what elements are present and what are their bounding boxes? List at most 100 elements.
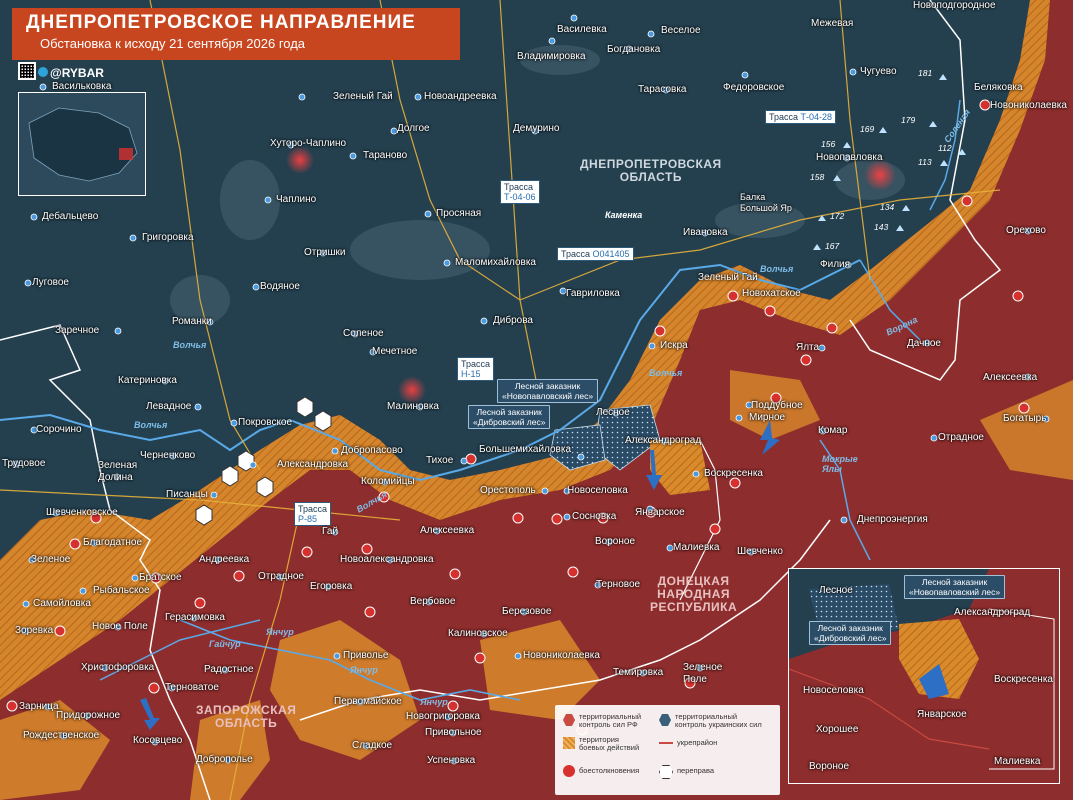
legend-swatch-ua [659,714,671,726]
town-label: Веселое [661,25,701,36]
inset-town-label: Воскресенка [994,674,1053,685]
town-label: Трудовое [2,458,46,469]
town-label: Ялта [796,342,820,353]
town-label: Дебальцево [42,211,99,222]
town-label: Василевка [557,24,607,35]
map-title: ДНЕПРОПЕТРОВСКОЕ НАПРАВЛЕНИЕ [26,12,416,33]
town-label: Новогригоровка [406,711,480,722]
forest-label-dibrovsky: Лесной заказник «Дибровский лес» [468,405,551,429]
road-prefix: Трасса [504,182,534,192]
town-label: Катериновка [118,375,177,386]
town-label: Черненково [140,450,196,461]
town-label: Днепроэнергия [857,514,928,525]
town-label: Сладкое [352,740,393,751]
town-label: Малиевка [673,542,720,553]
inset-town-label: Хорошее [816,724,859,735]
town-label: Христофоровка [81,662,155,673]
road-prefix: Трасса [461,359,491,369]
town-label: Отришки [304,247,346,258]
town-label: Вербовое [410,596,456,607]
town-label: Беляковка [974,82,1023,93]
town-label: Новоалександровка [340,554,434,565]
legend-label-rf: территориальный контроль сил РФ [579,712,642,729]
inset-town-label: Лесное [819,585,853,596]
region-zaporozhye: ЗАПОРОЖСКАЯ ОБЛАСТЬ [196,703,297,730]
height-label: 113 [918,157,932,167]
town-label: Гавриловка [566,288,620,299]
town-label: Зеленый Гай [698,272,758,283]
town-label: Богдановка [607,44,661,55]
height-label: 179 [901,115,916,125]
river-label: Мокрые Ялы [822,454,858,474]
town-label: Григоровка [142,232,194,243]
town-label: Андреевка [199,554,250,565]
town-label: Соленое [343,328,384,339]
forest-label-novopavlovsky: Лесной заказник «Новопавловский лес» [497,379,599,403]
road-code: Т-04-28 [800,112,833,122]
town-label: Мечетное [372,346,418,357]
height-label: 143 [874,222,889,232]
town-label: Заречное [55,325,100,336]
river-label: Каменка [605,210,643,220]
town-label: Новопавловка [816,152,883,163]
town-label: Отрадное [938,432,984,443]
river-label: Янчур [350,665,378,675]
town-label: Александроград [625,435,702,446]
town-label: Балка Большой Яр [740,192,792,213]
town-label: Алексеевка [983,372,1038,383]
legend-swatch-crossing [659,765,673,779]
region-dnepr: ДНЕПРОПЕТРОВСКАЯ ОБЛАСТЬ [580,157,722,184]
town-label: Гай [322,526,339,537]
legend-label-clash: боестолкновения [579,766,640,775]
town-label: Благодатное [83,537,143,548]
strike-malinovka [398,376,426,404]
town-label: Демурино [513,123,560,134]
brand-label: @RYBAR [50,66,104,80]
town-label: Лесное [596,407,630,418]
legend-label-ua: территориальный контроль украинских сил [675,712,762,729]
town-label: Долгое [397,123,430,134]
town-label: Новое Поле [92,621,148,632]
town-label: Дачное [907,338,941,349]
town-label: Мирное [749,412,786,423]
road-label-t0406: Трасса Т-04-06 [500,180,540,204]
legend-label-crossing: переправа [677,766,715,775]
town-label: Чугуево [860,66,897,77]
town-label: Зеленое [31,554,71,565]
town-label: Хуторо-Чаплино [270,138,347,149]
inset-town-label: Александроград [954,607,1031,618]
river-label: Янчур [420,697,448,707]
town-label: Успеновка [427,755,476,766]
town-label: Отрадное [258,571,304,582]
height-label: 134 [880,202,895,212]
town-label: Первомайское [334,696,402,707]
town-label: Рождественское [23,730,100,741]
town-label: Комар [818,425,848,436]
legend-label-fort: укрепрайон [677,738,718,747]
town-label: Привольное [425,727,482,738]
legend-swatch-rf [563,714,575,726]
town-label: Воскресенка [704,468,763,479]
strike-novopavlovka [864,159,896,191]
town-label: Водяное [260,281,300,292]
town-label: Январское [635,507,685,518]
road-label-p85: Трасса Р-85 [294,502,332,526]
town-label: Приволье [343,650,389,661]
town-label: Александровка [277,459,349,470]
road-prefix: Трасса [561,249,593,259]
town-label: Березовое [502,606,552,617]
town-label: Васильковка [52,81,112,92]
town-label: Добропасово [341,445,403,456]
town-label: Большемихайловка [479,444,572,455]
town-label: Зоревка [15,625,54,636]
river-label: Волчья [760,264,794,274]
road-prefix: Трасса [769,112,801,122]
town-label: Новониколаевка [990,100,1067,111]
road-label-o041405: Трасса О041405 [557,247,634,261]
overview-minimap [18,92,146,196]
town-label: Егоровка [310,581,353,592]
town-label: Терноватое [165,682,219,693]
town-label: Богатырь [1003,413,1047,424]
town-label: Сосновка [572,511,617,522]
town-label: Зеленая Долина [98,460,138,483]
